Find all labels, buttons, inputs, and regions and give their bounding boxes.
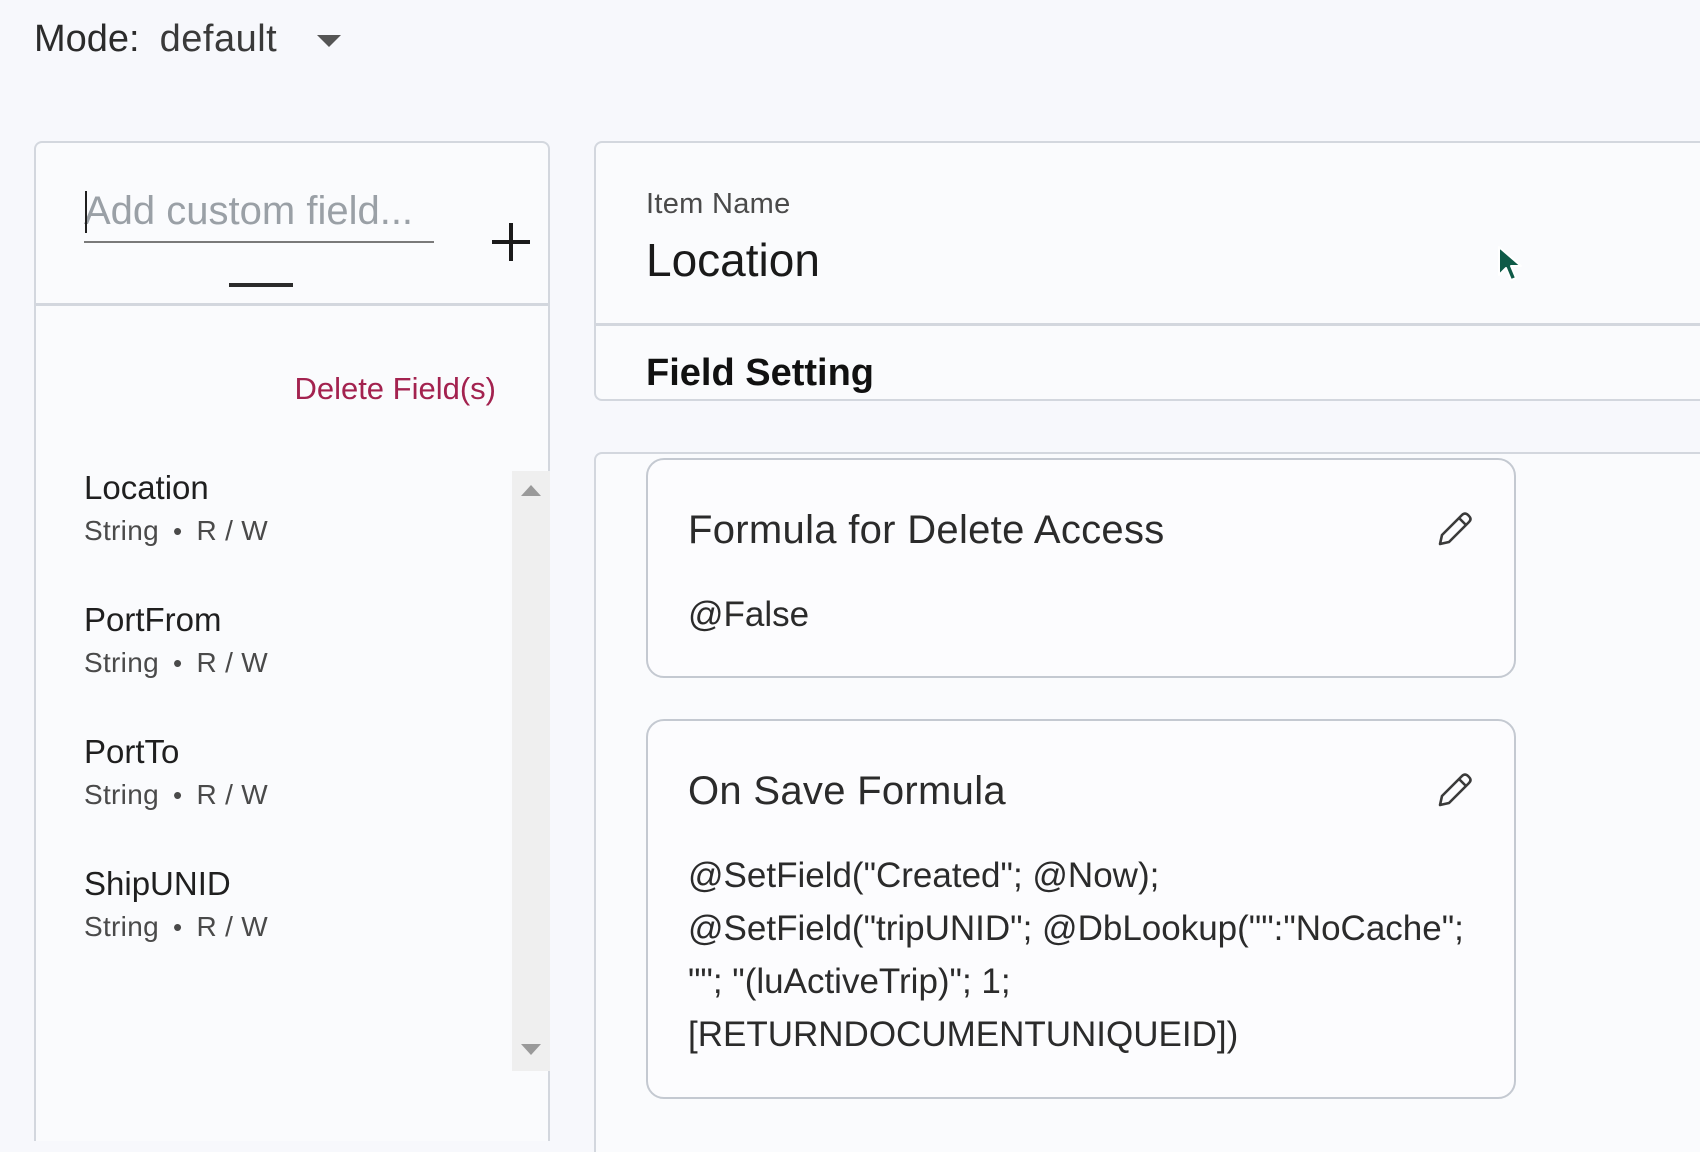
field-meta: String • R / W xyxy=(84,646,268,680)
add-field-row xyxy=(84,181,530,287)
field-access: R / W xyxy=(196,779,269,810)
mode-label: Mode: xyxy=(34,17,140,60)
pencil-icon[interactable] xyxy=(1432,769,1476,813)
field-list: Location String • R / W PortFrom String … xyxy=(36,468,512,1078)
item-name-value: Location xyxy=(646,234,820,286)
item-header-panel: Item Name Location Field Setting xyxy=(594,141,1700,401)
plus-icon[interactable] xyxy=(488,217,538,267)
list-item-portto[interactable]: PortTo String • R / W xyxy=(84,732,268,812)
mode-selector-row: Mode: default xyxy=(34,14,342,64)
field-meta: String • R / W xyxy=(84,910,268,944)
list-item-portfrom[interactable]: PortFrom String • R / W xyxy=(84,600,268,680)
separator-dot: • xyxy=(173,516,183,546)
field-type: String xyxy=(84,515,159,546)
separator-dot: • xyxy=(173,780,183,810)
formula-text: @False xyxy=(688,595,810,634)
card-title: On Save Formula xyxy=(688,769,1006,813)
delete-fields-button[interactable]: Delete Field(s) xyxy=(294,371,496,407)
caret-down-icon[interactable] xyxy=(317,35,342,47)
field-type: String xyxy=(84,779,159,810)
list-item-location[interactable]: Location String • R / W xyxy=(84,468,268,548)
field-setting-title: Field Setting xyxy=(646,352,874,394)
header-divider xyxy=(596,323,1700,326)
card-title: Formula for Delete Access xyxy=(688,508,1165,552)
field-type: String xyxy=(84,911,159,942)
text-caret xyxy=(85,191,87,233)
item-name-label: Item Name xyxy=(646,188,791,220)
add-custom-field-input[interactable] xyxy=(84,181,434,243)
separator-dot: • xyxy=(173,648,183,678)
mode-value[interactable]: default xyxy=(160,18,278,61)
input-underline-accent xyxy=(229,283,293,287)
field-name: PortTo xyxy=(84,733,180,770)
mouse-cursor-icon xyxy=(1498,246,1522,281)
list-item-shipunid[interactable]: ShipUNID String • R / W xyxy=(84,864,268,944)
panel-divider xyxy=(36,303,548,306)
field-type: String xyxy=(84,647,159,678)
mode-dropdown[interactable]: default xyxy=(160,18,342,61)
field-name: ShipUNID xyxy=(84,865,231,902)
delete-access-formula-card: Formula for Delete Access @False xyxy=(646,458,1516,678)
pencil-icon[interactable] xyxy=(1432,508,1476,552)
field-access: R / W xyxy=(196,911,269,942)
formula-panel: Formula for Delete Access @False On Save… xyxy=(594,452,1700,1152)
field-name: PortFrom xyxy=(84,601,222,638)
field-meta: String • R / W xyxy=(84,778,268,812)
field-access: R / W xyxy=(196,515,269,546)
on-save-formula-card: On Save Formula @SetField("Created"; @No… xyxy=(646,719,1516,1099)
scroll-down-arrow-icon[interactable] xyxy=(521,1044,541,1055)
formula-text: @SetField("Created"; @Now); @SetField("t… xyxy=(688,856,1464,1054)
fields-panel: Delete Field(s) Location String • R / W … xyxy=(34,141,550,1141)
separator-dot: • xyxy=(173,912,183,942)
scroll-up-arrow-icon[interactable] xyxy=(521,485,541,496)
field-list-scrollbar[interactable] xyxy=(512,471,550,1071)
field-access: R / W xyxy=(196,647,269,678)
field-meta: String • R / W xyxy=(84,514,268,548)
field-name: Location xyxy=(84,469,209,506)
